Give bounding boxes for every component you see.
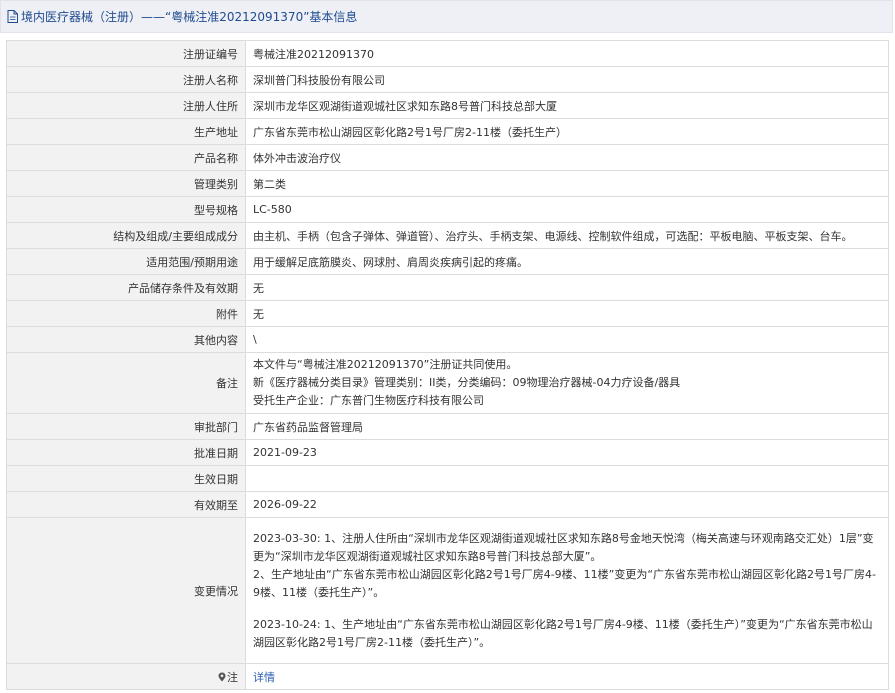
field-value: 详情 [245,663,889,690]
remark-line: 受托生产企业：广东普门生物医疗科技有限公司 [253,394,484,407]
field-value: 广东省药品监督管理局 [245,413,889,440]
field-label: 注册证编号 [6,40,246,67]
table-row: 注册人名称 深圳普门科技股份有限公司 [6,66,889,93]
field-label: 管理类别 [6,170,246,197]
field-value: 2026-09-22 [245,491,889,518]
remark-line: 本文件与“粤械注准20212091370”注册证共同使用。 [253,358,518,371]
table-row: 管理类别 第二类 [6,170,889,197]
page-title: 境内医疗器械（注册）——“粤械注准20212091370”基本信息 [21,10,358,24]
field-value: 第二类 [245,170,889,197]
title-bar: 境内医疗器械（注册）——“粤械注准20212091370”基本信息 [0,0,893,33]
field-label: 有效期至 [6,491,246,518]
table-row: 产品储存条件及有效期 无 [6,274,889,301]
table-row: 附件 无 [6,300,889,327]
table-row: 备注 本文件与“粤械注准20212091370”注册证共同使用。 新《医疗器械分… [6,352,889,414]
table-row: 其他内容 \ [6,326,889,353]
field-value: 2021-09-23 [245,439,889,466]
pin-icon [218,672,226,681]
field-value: 广东省东莞市松山湖园区彰化路2号1号厂房2-11楼（委托生产） [245,118,889,145]
table-row: 注册证编号 粤械注准20212091370 [6,40,889,67]
field-label: 备注 [6,352,246,414]
info-table: 注册证编号 粤械注准20212091370 注册人名称 深圳普门科技股份有限公司… [6,40,889,690]
field-value: 体外冲击波治疗仪 [245,144,889,171]
field-label: 批准日期 [6,439,246,466]
field-value: \ [245,326,889,353]
table-row: 注册人住所 深圳市龙华区观湖街道观城社区求知东路8号普门科技总部大厦 [6,92,889,119]
field-value [245,465,889,492]
remark-line: 新《医疗器械分类目录》管理类别：II类，分类编码：09物理治疗器械-04力疗设备… [253,376,681,389]
field-label: 生效日期 [6,465,246,492]
table-row: 适用范围/预期用途 用于缓解足底筋膜炎、网球肘、肩周炎疾病引起的疼痛。 [6,248,889,275]
field-value: 由主机、手柄（包含子弹体、弹道管）、治疗头、手柄支架、电源线、控制软件组成，可选… [245,222,889,249]
table-row: 注 详情 [6,663,889,690]
field-label: 附件 [6,300,246,327]
field-label: 注册人名称 [6,66,246,93]
field-value: 2023-03-30: 1、注册人住所由“深圳市龙华区观湖街道观城社区求知东路8… [245,517,889,664]
field-value: 用于缓解足底筋膜炎、网球肘、肩周炎疾病引起的疼痛。 [245,248,889,275]
change-entry: 2、生产地址由“广东省东莞市松山湖园区彰化路2号1号厂房4-9楼、11楼”变更为… [253,567,877,599]
table-row: 审批部门 广东省药品监督管理局 [6,413,889,440]
table-row: 结构及组成/主要组成成分 由主机、手柄（包含子弹体、弹道管）、治疗头、手柄支架、… [6,222,889,249]
table-row: 有效期至 2026-09-22 [6,491,889,518]
field-value: 本文件与“粤械注准20212091370”注册证共同使用。 新《医疗器械分类目录… [245,352,889,414]
field-label: 审批部门 [6,413,246,440]
field-value: LC-580 [245,196,889,223]
field-label: 变更情况 [6,517,246,664]
change-entry: 2023-03-30: 1、注册人住所由“深圳市龙华区观湖街道观城社区求知东路8… [253,531,874,563]
table-row: 变更情况 2023-03-30: 1、注册人住所由“深圳市龙华区观湖街道观城社区… [6,517,889,664]
field-label: 型号规格 [6,196,246,223]
table-row: 批准日期 2021-09-23 [6,439,889,466]
table-row: 型号规格 LC-580 [6,196,889,223]
field-label: 适用范围/预期用途 [6,248,246,275]
field-value: 无 [245,274,889,301]
field-value: 粤械注准20212091370 [245,40,889,67]
field-label: 产品名称 [6,144,246,171]
change-entry: 2023-10-24: 1、生产地址由“广东省东莞市松山湖园区彰化路2号1号厂房… [253,617,873,649]
note-label-cell: 注 [6,663,246,690]
field-value: 无 [245,300,889,327]
field-label: 注 [227,670,238,684]
table-row: 生效日期 [6,465,889,492]
document-icon [7,10,18,23]
field-label: 注册人住所 [6,92,246,119]
field-label: 产品储存条件及有效期 [6,274,246,301]
field-label: 生产地址 [6,118,246,145]
field-label: 结构及组成/主要组成成分 [6,222,246,249]
table-row: 产品名称 体外冲击波治疗仪 [6,144,889,171]
field-value: 深圳市龙华区观湖街道观城社区求知东路8号普门科技总部大厦 [245,92,889,119]
field-label: 其他内容 [6,326,246,353]
field-value: 深圳普门科技股份有限公司 [245,66,889,93]
details-link[interactable]: 详情 [253,671,275,684]
table-row: 生产地址 广东省东莞市松山湖园区彰化路2号1号厂房2-11楼（委托生产） [6,118,889,145]
